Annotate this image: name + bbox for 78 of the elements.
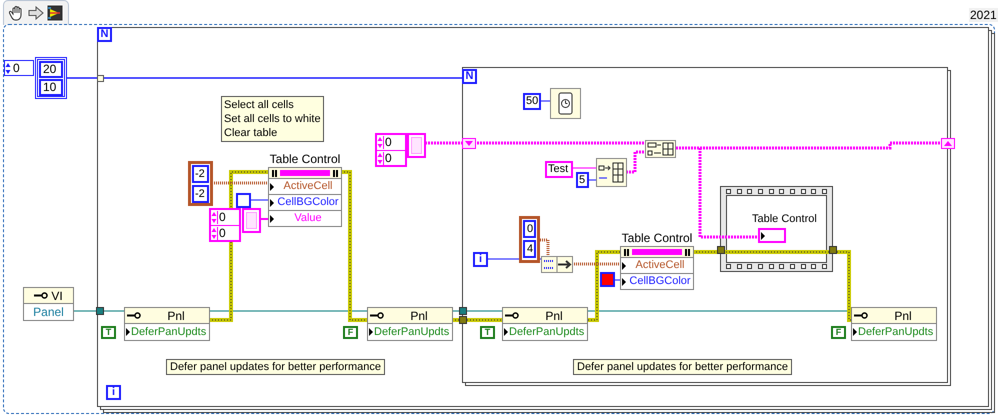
input-arrow-icon	[369, 328, 373, 336]
spinner-icon[interactable]	[5, 62, 11, 74]
boolean-constant[interactable]: F	[831, 326, 846, 339]
property-item[interactable]: ActiveCell	[621, 257, 693, 273]
count-terminal[interactable]: N	[462, 69, 477, 84]
iteration-terminal[interactable]: i	[473, 252, 488, 267]
replace-subset-icon	[645, 140, 676, 158]
boolean-constant[interactable]: T	[101, 326, 116, 339]
tunnel	[96, 307, 104, 315]
node-title: Pnl	[893, 308, 913, 322]
comment-note: Defer panel updates for better performance	[166, 359, 385, 375]
bundle-icon	[541, 256, 573, 273]
numeric-value[interactable]: 10	[39, 79, 63, 96]
numeric-value[interactable]: 0	[383, 152, 402, 164]
numeric-value[interactable]: 0	[383, 136, 402, 149]
node-title: Pnl	[544, 308, 564, 322]
numeric-value[interactable]: -2	[192, 185, 209, 203]
initialize-array-icon	[596, 158, 627, 187]
comment-note: Defer panel updates for better performance	[573, 359, 792, 375]
error-wire	[452, 318, 502, 322]
error-wire	[588, 250, 620, 322]
property-item[interactable]: Panel	[24, 304, 73, 320]
numeric-value[interactable]: 0	[217, 211, 236, 224]
tunnel	[97, 75, 104, 82]
input-arrow-icon	[853, 328, 857, 336]
property-item[interactable]: DeferPanUpdts	[125, 324, 209, 340]
color-constant[interactable]	[236, 193, 251, 208]
property-item[interactable]: DeferPanUpdts	[852, 324, 936, 340]
key-icon	[854, 312, 868, 319]
tunnel	[829, 246, 837, 254]
numeric-value[interactable]: -2	[192, 165, 209, 183]
node-title: VI	[51, 288, 63, 302]
property-item[interactable]: DeferPanUpdts	[368, 324, 452, 340]
boolean-constant[interactable]: F	[343, 326, 358, 339]
property-item[interactable]: DeferPanUpdts	[503, 324, 587, 340]
numeric-value[interactable]: 4	[523, 240, 536, 258]
color-constant[interactable]	[600, 272, 615, 287]
reference-bar	[632, 249, 682, 255]
wire	[626, 150, 645, 174]
numeric-value[interactable]: 0	[217, 226, 236, 240]
shift-register	[941, 138, 955, 149]
input-arrow-icon	[126, 328, 130, 336]
terminal[interactable]	[758, 228, 786, 243]
key-icon	[127, 312, 141, 319]
terminal-icon	[332, 170, 339, 176]
node-title: Pnl	[166, 308, 186, 322]
numeric-constant[interactable]: 50	[523, 93, 541, 110]
wait-icon	[550, 88, 581, 119]
tunnel	[717, 246, 725, 254]
numeric-value[interactable]: 20	[39, 61, 63, 78]
node-label: Table Control	[268, 153, 342, 166]
output-arrow-icon	[761, 232, 765, 240]
property-item[interactable]: CellBGColor	[621, 273, 693, 289]
key-icon	[370, 312, 384, 319]
shift-register	[462, 138, 476, 149]
terminal-icon	[271, 170, 278, 176]
version-label: 2021	[969, 8, 998, 22]
boolean-constant[interactable]: T	[480, 326, 495, 339]
numeric-value[interactable]: 0	[523, 220, 536, 238]
node-title: Pnl	[409, 308, 429, 322]
terminal-icon	[623, 248, 630, 256]
key-icon	[505, 312, 519, 319]
property-item[interactable]: ActiveCell	[269, 178, 341, 194]
iteration-terminal[interactable]: i	[106, 385, 121, 400]
node-label: Table Control	[620, 232, 694, 245]
terminal-icon	[684, 248, 691, 256]
string-constant[interactable]: Test	[545, 161, 573, 178]
comment-note: Select all cells Set all cells to white Clear table	[221, 96, 324, 142]
reference-bar	[280, 170, 330, 176]
key-icon	[34, 292, 48, 299]
count-terminal[interactable]: N	[97, 27, 112, 42]
arrow-icon[interactable]	[28, 6, 44, 20]
property-item[interactable]: CellBGColor	[269, 194, 341, 210]
input-arrow-icon	[504, 328, 508, 336]
run-icon[interactable]	[47, 5, 63, 21]
index-display[interactable]: 0	[4, 60, 34, 76]
node-label: Table Control	[752, 212, 817, 226]
numeric-constant[interactable]: 5	[576, 172, 589, 188]
